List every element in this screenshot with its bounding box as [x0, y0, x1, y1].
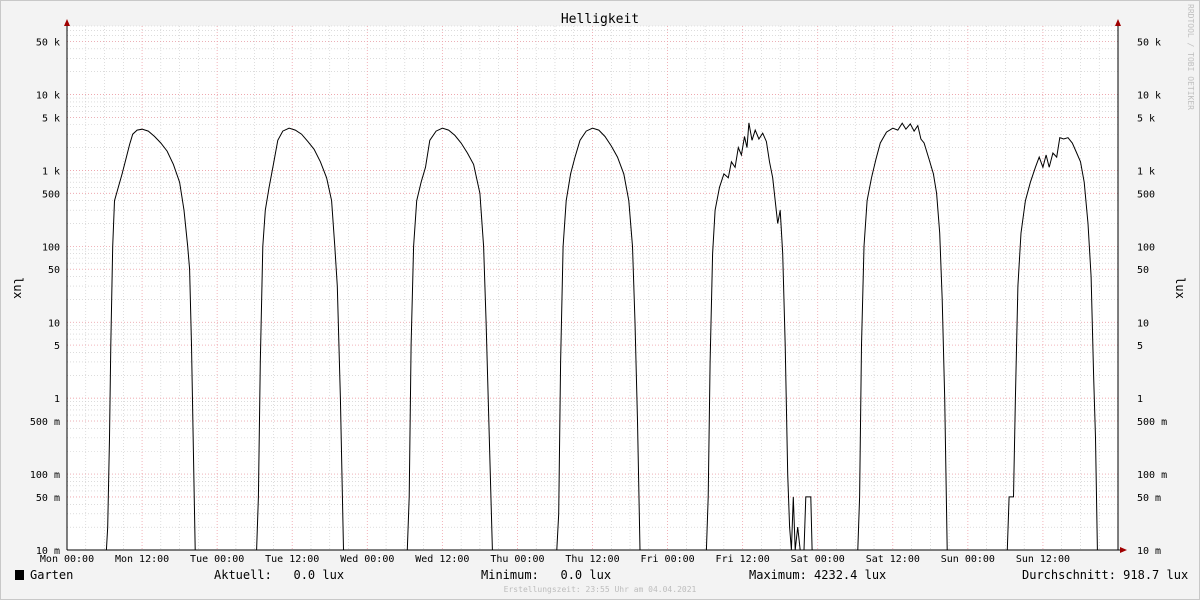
legend-swatch-garten: [15, 570, 24, 580]
x-tick-label: Fri 00:00: [640, 554, 694, 565]
y-tick-label-right: 10 k: [1137, 91, 1161, 102]
y-tick-label-right: 5: [1137, 341, 1143, 352]
x-tick-label: Mon 12:00: [115, 554, 169, 565]
y-axis-label-left: lux: [11, 277, 25, 299]
y-tick-label-right: 50 k: [1137, 37, 1161, 48]
x-tick-label: Sun 12:00: [1016, 554, 1070, 565]
y-tick-label-left: 100: [42, 242, 60, 253]
y-tick-label-left: 1: [54, 394, 60, 405]
x-tick-label: Wed 12:00: [415, 554, 469, 565]
y-axis-arrow-left: [64, 19, 70, 26]
y-tick-label-left: 100 m: [30, 470, 60, 481]
x-tick-label: Sat 00:00: [791, 554, 845, 565]
x-tick-label: Sat 12:00: [866, 554, 920, 565]
chart-title: Helligkeit: [561, 12, 639, 27]
x-tick-label: Sun 00:00: [941, 554, 995, 565]
y-tick-label-right: 50: [1137, 265, 1149, 276]
legend-current: Aktuell: 0.0 lux: [214, 568, 344, 582]
x-tick-label: Thu 00:00: [490, 554, 544, 565]
legend-maximum: Maximum: 4232.4 lux: [749, 568, 886, 582]
legend-series-name: Garten: [30, 568, 73, 582]
y-axis-ticks-right: 50 k 10 k 5 k 1 k 500 100 50 10 5 1 500 m 100 m 50 m…: [1137, 37, 1167, 557]
legend-minimum: Minimum: 0.0 lux: [481, 568, 611, 582]
legend-average: Durchschnitt: 918.7 lux: [1022, 568, 1188, 582]
y-axis-ticks-left: 50 k 10 k 5 k 1 k 500 100 50 10 5 1 500 m 100 m 50 m…: [30, 37, 60, 557]
y-tick-label-right: 1: [1137, 394, 1143, 405]
y-tick-label-right: 10 m: [1137, 546, 1161, 557]
x-axis-ticks: Mon 00:00 Mon 12:00 Tue 00:00 Tue 12:00 Wed …: [40, 554, 1070, 565]
y-tick-label-left: 10: [48, 318, 60, 329]
x-tick-label: Wed 00:00: [340, 554, 394, 565]
x-tick-label: Tue 12:00: [265, 554, 319, 565]
y-tick-label-right: 500 m: [1137, 417, 1167, 428]
x-tick-label: Tue 00:00: [190, 554, 244, 565]
brightness-chart: 50 k 10 k 5 k 1 k 500 100 50 10 5 1 500 m 100 m 50 m…: [11, 4, 1195, 594]
x-tick-label: Mon 00:00: [40, 554, 94, 565]
y-tick-label-right: 10: [1137, 318, 1149, 329]
y-tick-label-left: 5 k: [42, 113, 60, 124]
y-tick-label-left: 500: [42, 189, 60, 200]
x-tick-label: Thu 12:00: [565, 554, 619, 565]
y-tick-label-left: 1 k: [42, 166, 60, 177]
y-tick-label-left: 50 m: [36, 493, 60, 504]
y-tick-label-right: 100: [1137, 242, 1155, 253]
y-tick-label-right: 1 k: [1137, 166, 1155, 177]
y-axis-arrow-right: [1115, 19, 1121, 26]
y-tick-label-left: 50 k: [36, 37, 60, 48]
y-axis-label-right: lux: [1173, 277, 1187, 299]
y-tick-label-right: 5 k: [1137, 113, 1155, 124]
y-tick-label-right: 50 m: [1137, 493, 1161, 504]
creation-time-footer: Erstellungszeit: 23:55 Uhr am 04.04.2021: [504, 585, 697, 594]
y-tick-label-left: 5: [54, 341, 60, 352]
y-tick-label-left: 50: [48, 265, 60, 276]
y-tick-label-right: 500: [1137, 189, 1155, 200]
y-tick-label-right: 100 m: [1137, 470, 1167, 481]
x-tick-label: Fri 12:00: [716, 554, 770, 565]
y-tick-label-left: 10 k: [36, 91, 60, 102]
rrdtool-watermark: RRDTOOL / TOBI OETIKER: [1186, 4, 1195, 110]
x-axis-arrow: [1120, 547, 1127, 553]
y-tick-label-left: 500 m: [30, 417, 60, 428]
